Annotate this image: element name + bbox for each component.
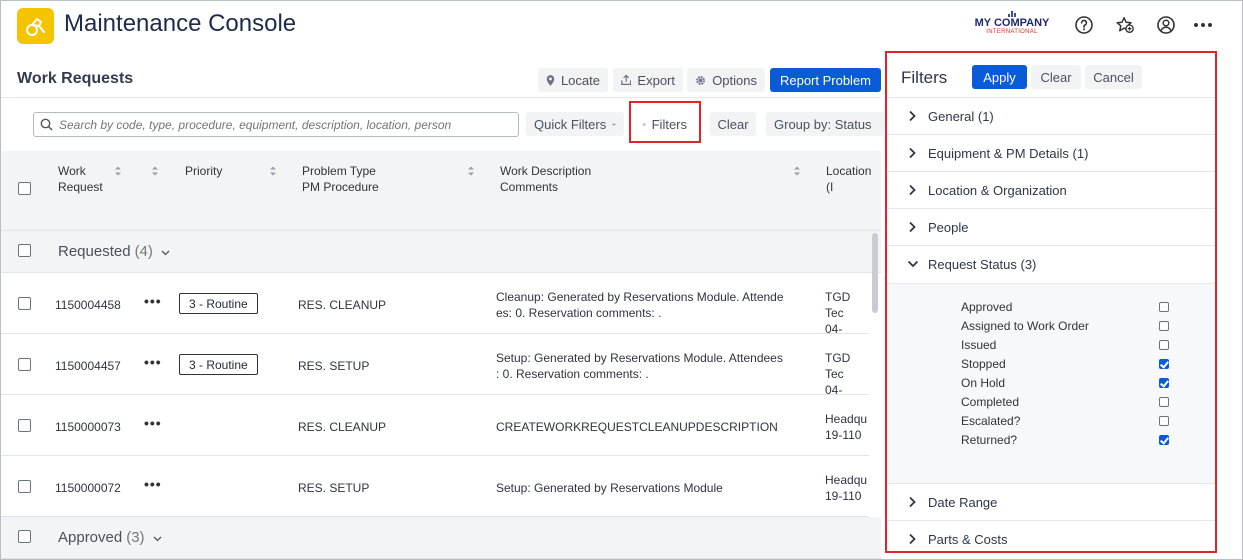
group-by-dropdown[interactable]: Group by: Status xyxy=(766,112,884,136)
group-checkbox[interactable] xyxy=(18,244,31,257)
row-actions-icon[interactable]: ••• xyxy=(144,476,162,492)
sort-icon[interactable] xyxy=(151,165,159,177)
priority-badge: 3 - Routine xyxy=(179,293,258,314)
column-problem-type[interactable]: Problem Type PM Procedure xyxy=(302,163,379,195)
app-title: Maintenance Console xyxy=(64,10,297,37)
group-label: Requested (4) xyxy=(58,243,170,260)
company-logo: MY COMPANY INTERNATIONAL xyxy=(969,11,1055,41)
table-row[interactable]: 1150000072 ••• RES. SETUP Setup: Generat… xyxy=(1,456,869,517)
search-box[interactable] xyxy=(33,112,519,137)
row-checkbox[interactable] xyxy=(18,358,31,371)
app-window: Maintenance Console MY COMPANY INTERNATI… xyxy=(0,0,1243,560)
location-pin-icon xyxy=(546,74,555,86)
sort-icon[interactable] xyxy=(467,165,475,177)
work-request-id: 1150004458 xyxy=(55,298,121,312)
locate-button[interactable]: Locate xyxy=(538,68,608,92)
sort-icon[interactable] xyxy=(793,165,801,177)
more-menu-icon[interactable] xyxy=(1193,15,1213,35)
sort-icon[interactable] xyxy=(269,165,277,177)
row-actions-icon[interactable]: ••• xyxy=(144,293,162,309)
column-priority[interactable]: Priority xyxy=(185,163,222,179)
filters-panel-highlight-box xyxy=(885,51,1217,553)
row-checkbox[interactable] xyxy=(18,419,31,432)
group-checkbox[interactable] xyxy=(18,530,31,543)
app-logo-icon[interactable] xyxy=(17,8,54,44)
column-location[interactable]: Location (I xyxy=(826,163,881,195)
table-scrollbar[interactable] xyxy=(872,233,878,313)
export-button[interactable]: Export xyxy=(613,68,683,92)
gear-icon xyxy=(696,75,705,85)
favorite-add-icon[interactable] xyxy=(1115,15,1135,35)
table-row[interactable]: 1150000073 ••• RES. CLEANUP CREATEWORKRE… xyxy=(1,395,869,456)
chevron-down-icon[interactable] xyxy=(153,536,162,542)
problem-type: RES. SETUP xyxy=(298,359,370,373)
sort-icon[interactable] xyxy=(114,165,122,177)
group-row-requested[interactable]: Requested (4) xyxy=(1,231,881,273)
work-description: Setup: Generated by Reservations Module xyxy=(496,481,723,495)
work-request-id: 1150000073 xyxy=(55,420,121,434)
table-row[interactable]: 1150004457 ••• 3 - Routine RES. SETUP Se… xyxy=(1,334,869,413)
row-actions-icon[interactable]: ••• xyxy=(144,415,162,431)
group-label: Approved (3) xyxy=(58,529,162,546)
work-request-id: 1150004457 xyxy=(55,359,121,373)
help-icon[interactable] xyxy=(1074,15,1094,35)
work-request-id: 1150000072 xyxy=(55,481,121,495)
problem-type: RES. SETUP xyxy=(298,481,370,495)
work-description: Cleanup: Generated by Reservations Modul… xyxy=(496,290,784,320)
work-description: CREATEWORKREQUESTCLEANUPDESCRIPTION xyxy=(496,420,778,434)
problem-type: RES. CLEANUP xyxy=(298,420,387,434)
export-icon xyxy=(621,74,632,85)
company-logo-mark xyxy=(1008,11,1018,17)
options-button[interactable]: Options xyxy=(687,68,765,92)
search-icon xyxy=(40,118,53,131)
row-checkbox[interactable] xyxy=(18,297,31,310)
app-header: Maintenance Console MY COMPANY INTERNATI… xyxy=(1,1,1242,51)
location: Headqu 19-110 xyxy=(825,412,868,442)
chevron-down-icon[interactable] xyxy=(161,250,170,256)
page-title: Work Requests xyxy=(17,70,134,87)
table-header: Work Request Priority Problem Type PM Pr… xyxy=(1,151,881,231)
chevron-down-icon xyxy=(612,122,616,125)
row-actions-icon[interactable]: ••• xyxy=(144,354,162,370)
priority-badge: 3 - Routine xyxy=(179,354,258,375)
row-checkbox[interactable] xyxy=(18,480,31,493)
clear-filters-button[interactable]: Clear xyxy=(710,112,756,136)
group-row-approved[interactable]: Approved (3) xyxy=(1,517,881,559)
work-description: Setup: Generated by Reservations Module.… xyxy=(496,351,783,381)
report-problem-button[interactable]: Report Problem xyxy=(770,68,881,92)
column-work-description[interactable]: Work Description Comments xyxy=(500,163,591,195)
user-profile-icon[interactable] xyxy=(1156,15,1176,35)
location: Headqu 19-110 xyxy=(825,473,868,503)
select-all-checkbox[interactable] xyxy=(18,182,31,195)
table-row[interactable]: 1150004458 ••• 3 - Routine RES. CLEANUP … xyxy=(1,273,869,352)
filters-highlight-box xyxy=(629,101,701,143)
problem-type: RES. CLEANUP xyxy=(298,298,387,312)
search-input[interactable] xyxy=(59,117,509,132)
column-work-request[interactable]: Work Request xyxy=(58,163,103,195)
divider xyxy=(1,97,881,98)
quick-filters-dropdown[interactable]: Quick Filters xyxy=(526,112,624,136)
